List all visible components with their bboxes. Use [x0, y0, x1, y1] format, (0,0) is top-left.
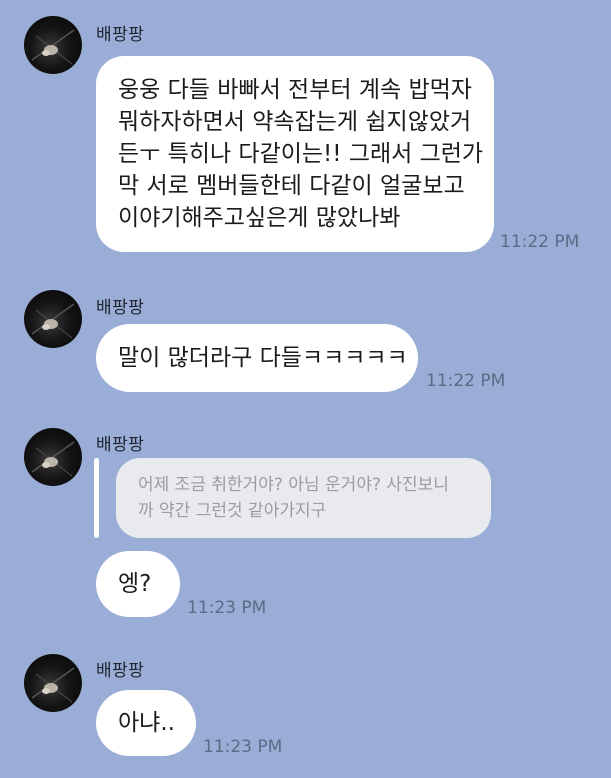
- message-text-line: 엥?: [118, 571, 152, 597]
- avatar-photo-icon: [31, 441, 75, 477]
- sender-name: 배팡팡: [96, 661, 145, 681]
- avatar-photo-icon: [31, 303, 75, 339]
- reply-indicator-bar: [94, 458, 99, 538]
- avatar-photo-icon: [31, 29, 75, 65]
- sender-name: 배팡팡: [96, 25, 145, 45]
- message-bubble[interactable]: 웅웅 다들 바빠서 전부터 계속 밥먹자 뭐하자하면서 약속잡는게 쉽지않았거 …: [96, 56, 494, 252]
- avatar-photo-icon: [31, 667, 75, 703]
- message-text-line: 웅웅 다들 바빠서 전부터 계속 밥먹자: [118, 77, 472, 103]
- message-text-line: 막 서로 멤버들한테 다같이 얼굴보고: [118, 173, 465, 199]
- message-bubble[interactable]: 아냐..: [96, 690, 196, 756]
- message-bubble[interactable]: 말이 많더라구 다들ㅋㅋㅋㅋㅋ: [96, 324, 418, 392]
- message-text-line: 말이 많더라구 다들ㅋㅋㅋㅋㅋ: [118, 345, 408, 371]
- chat-view: 배팡팡 웅웅 다들 바빠서 전부터 계속 밥먹자 뭐하자하면서 약속잡는게 쉽지…: [0, 0, 611, 778]
- message-text-line: 이야기해주고싶은게 많았나봐: [118, 205, 401, 231]
- message-bubble[interactable]: 엥?: [96, 551, 180, 617]
- message-text-line: 든ㅜ 특히나 다같이는!! 그래서 그런가: [118, 141, 484, 167]
- message-text-line: 아냐..: [118, 710, 175, 736]
- avatar[interactable]: [24, 654, 82, 712]
- avatar[interactable]: [24, 428, 82, 486]
- message-text-line: 뭐하자하면서 약속잡는게 쉽지않았거: [118, 109, 472, 135]
- message-timestamp: 11:23 PM: [187, 598, 267, 618]
- message-timestamp: 11:22 PM: [500, 232, 580, 252]
- avatar[interactable]: [24, 16, 82, 74]
- quoted-text-line: 어제 조금 취한거야? 아님 운거야? 사진보니: [138, 475, 449, 495]
- message-timestamp: 11:23 PM: [203, 737, 283, 757]
- sender-name: 배팡팡: [96, 435, 145, 455]
- quoted-text-line: 까 약간 그런것 같아가지구: [138, 501, 327, 521]
- message-timestamp: 11:22 PM: [426, 371, 506, 391]
- avatar[interactable]: [24, 290, 82, 348]
- sender-name: 배팡팡: [96, 298, 145, 318]
- quoted-message[interactable]: 어제 조금 취한거야? 아님 운거야? 사진보니 까 약간 그런것 같아가지구: [116, 458, 491, 538]
